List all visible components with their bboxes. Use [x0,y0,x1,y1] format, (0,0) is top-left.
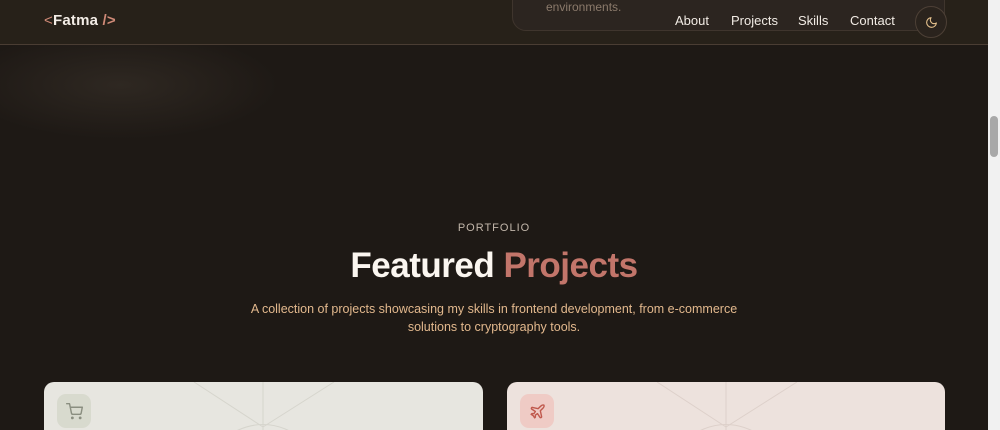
site-logo[interactable]: <Fatma /> [44,12,116,29]
nav-link-projects[interactable]: Projects [731,13,778,28]
card-icon-box [520,394,554,428]
scrollbar-track[interactable] [988,0,1000,430]
nav-link-skills[interactable]: Skills [798,13,828,28]
card-decoration [193,382,335,430]
shopping-cart-icon [65,402,83,419]
section-title: Featured Projects [0,246,988,286]
plane-icon [529,403,545,419]
nav-link-contact[interactable]: Contact [850,13,895,28]
theme-toggle-button[interactable] [915,6,947,38]
scrollbar-thumb[interactable] [990,116,998,157]
card-decoration [656,382,798,430]
navbar: <Fatma /> environments. About Projects S… [0,0,1000,45]
logo-close-bracket: /> [102,12,116,29]
nav-link-about[interactable]: About [675,13,709,28]
section-title-main: Featured [350,246,495,285]
section-description: A collection of projects showcasing my s… [250,302,738,334]
section-title-accent: Projects [503,246,638,285]
moon-icon [925,16,937,28]
logo-open-bracket: < [44,12,53,29]
project-card-ecommerce[interactable] [44,382,483,430]
project-card-travel[interactable] [507,382,945,430]
popover-text: environments. [546,0,622,14]
logo-name: Fatma [52,12,99,29]
card-icon-box [57,394,91,428]
section-eyebrow: PORTFOLIO [457,222,531,234]
background-glow [0,30,280,140]
